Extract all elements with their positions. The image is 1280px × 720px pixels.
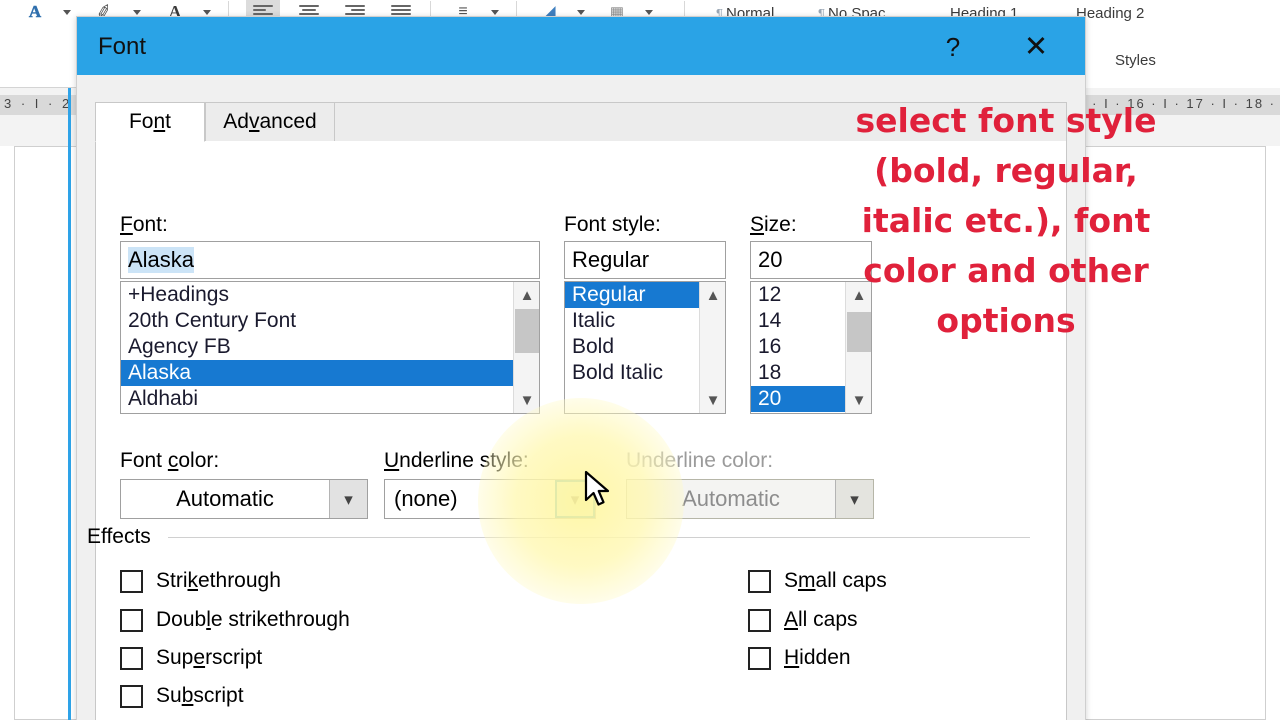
scroll-down-icon[interactable]: ▼ — [700, 387, 725, 413]
checkbox-label: Strikethrough — [156, 569, 281, 592]
scroll-up-icon[interactable]: ▲ — [514, 282, 539, 308]
checkbox-icon[interactable] — [748, 569, 771, 593]
size-label: Size: — [750, 213, 797, 236]
underline-style-combo[interactable]: (none) ▾ — [384, 479, 596, 519]
font-style-value: Regular — [572, 247, 650, 272]
close-button[interactable]: ✕ — [1010, 27, 1062, 67]
checkbox-icon[interactable] — [120, 684, 143, 708]
tab-advanced[interactable]: Advanced — [205, 102, 335, 142]
checkbox-icon[interactable] — [120, 646, 143, 670]
checkbox-small-caps[interactable]: Small caps — [748, 569, 887, 593]
checkbox-label: Small caps — [784, 569, 887, 592]
chevron-down-icon — [133, 9, 141, 15]
font-list-scrollbar[interactable]: ▲ ▼ — [513, 282, 539, 413]
font-list[interactable]: +Headings 20th Century Font Agency FB Al… — [120, 281, 540, 414]
size-value: 20 — [758, 247, 783, 272]
checkbox-icon[interactable] — [120, 608, 143, 632]
underline-color-label: Underline color: — [626, 449, 774, 472]
tab-font-label: Font — [128, 110, 172, 133]
checkbox-icon[interactable] — [748, 646, 771, 670]
underline-color-dropdown-button: ▾ — [835, 480, 873, 518]
checkbox-double-strikethrough[interactable]: Double strikethrough — [120, 608, 350, 632]
underline-color-value: Automatic — [682, 486, 780, 511]
checkbox-icon[interactable] — [120, 569, 143, 593]
scroll-up-icon[interactable]: ▲ — [700, 282, 725, 308]
checkbox-strikethrough[interactable]: Strikethrough — [120, 569, 281, 593]
font-list-item[interactable]: 20th Century Font — [121, 308, 539, 334]
scrollbar-thumb[interactable] — [515, 309, 539, 353]
style-label: Heading 2 — [1076, 4, 1145, 22]
font-color-combo[interactable]: Automatic ▾ — [120, 479, 368, 519]
chevron-down-icon — [63, 9, 71, 15]
chevron-down-icon: ▾ — [344, 489, 353, 509]
text-effects-dropdown[interactable] — [58, 0, 76, 24]
checkbox-all-caps[interactable]: All caps — [748, 608, 858, 632]
ruler-left-ticks: 3 · I · 2 — [4, 96, 73, 111]
cursor-arrow-icon — [584, 470, 610, 506]
text-effects-icon: A — [28, 2, 42, 22]
font-name-value: Alaska — [128, 247, 195, 273]
checkbox-label: All caps — [784, 608, 858, 631]
font-list-item[interactable]: Agency FB — [121, 334, 539, 360]
page-left-edge-marker — [68, 88, 71, 720]
underline-style-label: Underline style: — [384, 449, 529, 472]
checkbox-superscript[interactable]: Superscript — [120, 646, 262, 670]
help-button[interactable]: ? — [927, 27, 979, 67]
font-color-value: Automatic — [176, 486, 274, 511]
font-style-input[interactable]: Regular — [564, 241, 726, 279]
chevron-down-icon — [645, 9, 653, 15]
checkbox-label: Subscript — [156, 684, 244, 707]
scroll-down-icon[interactable]: ▼ — [846, 387, 871, 413]
checkbox-label: Hidden — [784, 646, 851, 669]
effects-group-rule — [168, 537, 1030, 538]
chevron-down-icon — [577, 9, 585, 15]
font-color-label: Font color: — [120, 449, 220, 472]
chevron-down-icon: ▾ — [850, 489, 859, 509]
chevron-down-icon: ▾ — [570, 489, 580, 509]
tab-advanced-label: Advanced — [223, 110, 317, 133]
font-label: Font: — [120, 213, 168, 236]
checkbox-hidden[interactable]: Hidden — [748, 646, 851, 670]
font-list-item-selected[interactable]: Alaska — [121, 360, 539, 386]
checkbox-icon[interactable] — [748, 608, 771, 632]
checkbox-subscript[interactable]: Subscript — [120, 684, 244, 708]
mouse-cursor — [584, 470, 612, 517]
text-effects-button[interactable]: A — [18, 0, 52, 24]
checkbox-label: Superscript — [156, 646, 263, 669]
tab-font[interactable]: Font — [95, 102, 205, 142]
annotation-text: select font style (bold, regular, italic… — [855, 101, 1157, 340]
effects-group-label: Effects — [87, 525, 151, 548]
dialog-title: Font — [98, 33, 147, 60]
chevron-down-icon — [491, 9, 499, 15]
checkbox-label: Double strikethrough — [156, 608, 350, 631]
dialog-titlebar[interactable]: Font ? ✕ — [77, 17, 1085, 75]
font-name-input[interactable]: Alaska — [120, 241, 540, 279]
font-style-label: Font style: — [564, 213, 661, 236]
underline-color-combo: Automatic ▾ — [626, 479, 874, 519]
font-style-list[interactable]: Regular Italic Bold Bold Italic ▲ ▼ — [564, 281, 726, 414]
style-item-heading-2[interactable]: Heading 2 — [1076, 0, 1144, 26]
font-list-item[interactable]: +Headings — [121, 282, 539, 308]
underline-style-value: (none) — [394, 486, 458, 511]
font-list-item[interactable]: Aldhabi — [121, 386, 539, 412]
font-style-scrollbar[interactable]: ▲ ▼ — [699, 282, 725, 413]
styles-group-label: Styles — [1115, 52, 1156, 69]
font-color-dropdown-button[interactable]: ▾ — [329, 480, 367, 518]
chevron-down-icon — [203, 9, 211, 15]
scroll-down-icon[interactable]: ▼ — [514, 387, 539, 413]
